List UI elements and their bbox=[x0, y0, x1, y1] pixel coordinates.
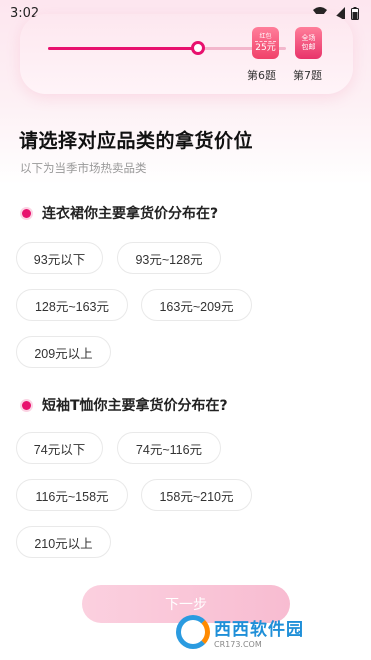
page-subtitle: 以下为当季市场热卖品类 bbox=[20, 161, 147, 175]
bullet-icon bbox=[22, 208, 31, 218]
page-title: 请选择对应品类的拿货价位 bbox=[19, 130, 254, 152]
watermark-logo-icon bbox=[176, 615, 210, 649]
step-label-6: 第6题 bbox=[247, 69, 276, 82]
option-dress-1[interactable]: 93元以下 bbox=[16, 242, 103, 274]
option-tshirt-2[interactable]: 74元~116元 bbox=[117, 432, 221, 464]
red-envelope-reward: 红包 25元 bbox=[252, 27, 279, 59]
progress-knob bbox=[190, 41, 205, 55]
option-tshirt-5[interactable]: 210元以上 bbox=[16, 526, 111, 558]
option-tshirt-1[interactable]: 74元以下 bbox=[16, 432, 103, 464]
progress-card: 红包 25元 全场 包邮 第6题 第7题 bbox=[20, 14, 353, 94]
option-tshirt-4[interactable]: 158元~210元 bbox=[141, 479, 252, 511]
option-dress-5[interactable]: 209元以上 bbox=[16, 336, 111, 368]
progress-track bbox=[48, 41, 286, 55]
option-dress-2[interactable]: 93元~128元 bbox=[117, 242, 221, 274]
progress-fill bbox=[48, 47, 198, 50]
option-dress-4[interactable]: 163元~209元 bbox=[141, 289, 252, 321]
option-dress-3[interactable]: 128元~163元 bbox=[16, 289, 128, 321]
free-shipping-reward: 全场 包邮 bbox=[295, 27, 322, 59]
watermark: 西西软件园 CR173.COM bbox=[176, 614, 356, 650]
battery-icon bbox=[351, 6, 359, 20]
step-label-7: 第7题 bbox=[293, 69, 322, 82]
bullet-icon bbox=[22, 400, 31, 410]
option-tshirt-3[interactable]: 116元~158元 bbox=[16, 479, 128, 511]
question-tshirt-price: 短袖T恤你主要拿货价分布在? bbox=[22, 395, 228, 415]
question-dress-price: 连衣裙你主要拿货价分布在? bbox=[22, 203, 218, 223]
